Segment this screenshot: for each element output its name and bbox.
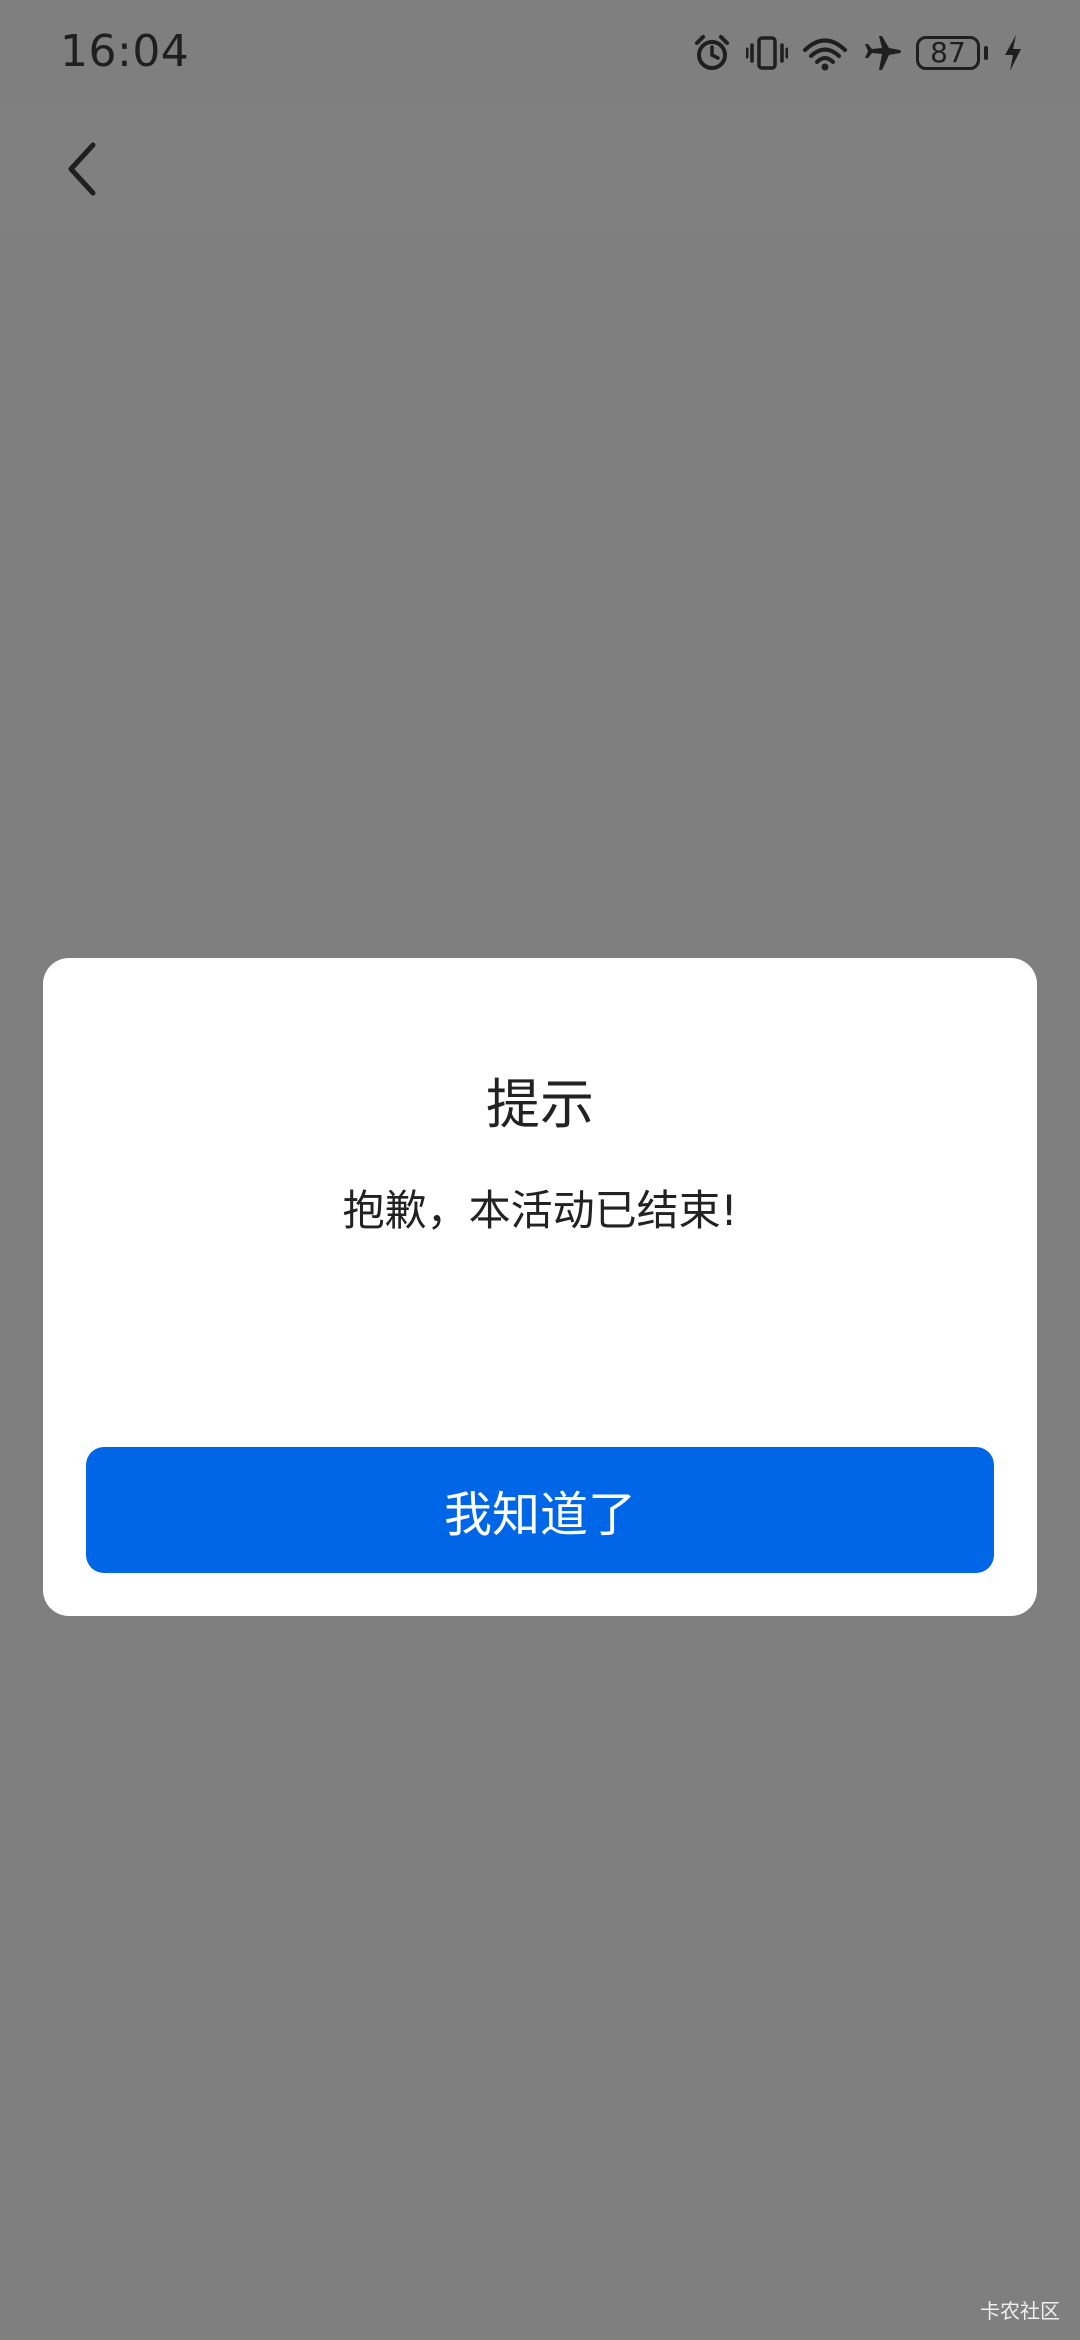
alert-dialog: 提示 抱歉，本活动已结束! 我知道了 [43, 958, 1037, 1616]
confirm-button[interactable]: 我知道了 [86, 1447, 994, 1573]
status-bar: 16:04 87 [0, 0, 1080, 104]
back-button[interactable] [48, 136, 118, 206]
battery-tip [984, 46, 988, 60]
watermark: 卡农社区 [980, 2299, 1060, 2323]
chevron-left-icon [63, 141, 103, 201]
vibrate-icon [746, 33, 788, 73]
alarm-icon [692, 33, 732, 73]
dialog-title: 提示 [486, 1073, 594, 1136]
airplane-icon [862, 33, 902, 73]
dialog-message: 抱歉，本活动已结束! [342, 1186, 738, 1235]
status-icons: 87 [692, 28, 1024, 78]
wifi-icon [802, 33, 848, 73]
status-time: 16:04 [60, 26, 190, 77]
battery-icon: 87 [916, 36, 980, 70]
nav-bar [0, 104, 1080, 232]
charging-icon [1002, 33, 1024, 73]
battery-level: 87 [930, 36, 966, 69]
